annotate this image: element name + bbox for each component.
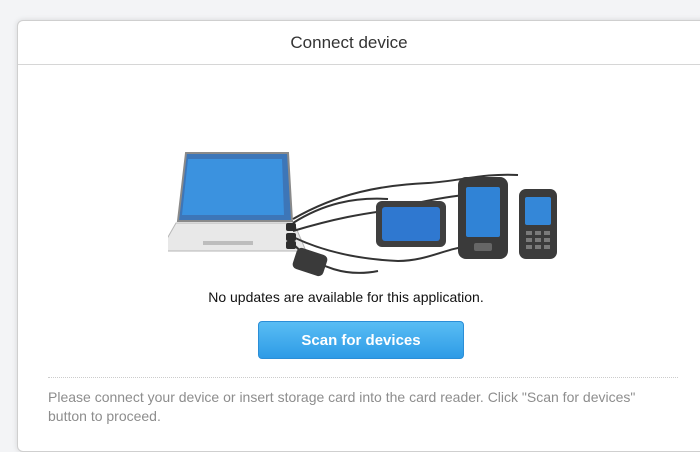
scan-for-devices-button[interactable]: Scan for devices: [258, 321, 464, 359]
tablet-icon: [376, 201, 446, 247]
status-message: No updates are available for this applic…: [208, 289, 484, 305]
divider: [48, 377, 678, 378]
card-reader-icon: [292, 247, 328, 277]
pda-icon: [458, 177, 508, 259]
phone-icon: [519, 189, 557, 259]
hint-text: Please connect your device or insert sto…: [48, 389, 636, 424]
connect-device-dialog: Connect device No updates are available …: [17, 20, 700, 452]
dialog-title: Connect device: [18, 21, 700, 65]
device-illustration: [159, 149, 568, 289]
laptop-icon: [159, 152, 307, 252]
